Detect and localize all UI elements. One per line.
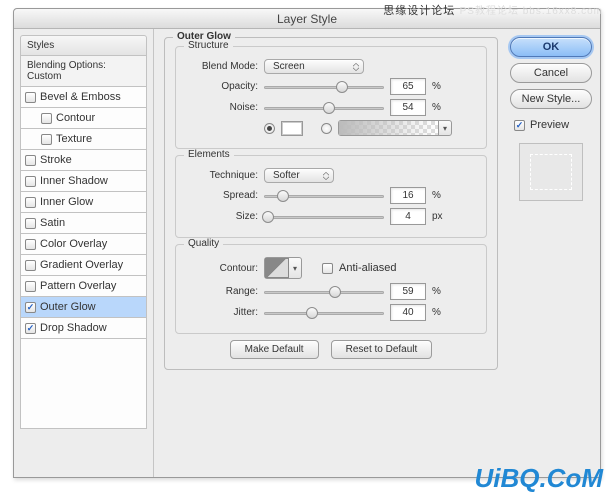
sidebar-checkbox[interactable]	[25, 197, 36, 208]
sidebar-checkbox[interactable]	[25, 302, 36, 313]
sidebar-checkbox[interactable]	[25, 239, 36, 250]
sidebar-checkbox[interactable]	[25, 323, 36, 334]
new-style-button[interactable]: New Style...	[510, 89, 592, 109]
spread-slider[interactable]	[264, 189, 384, 203]
range-slider[interactable]	[264, 285, 384, 299]
spread-input[interactable]	[390, 187, 426, 204]
size-input[interactable]	[390, 208, 426, 225]
sidebar-item-stroke[interactable]: Stroke	[20, 150, 147, 171]
sidebar-item-label: Contour	[56, 112, 95, 124]
color-swatch[interactable]	[281, 121, 303, 136]
sidebar-item-gradient-overlay[interactable]: Gradient Overlay	[20, 255, 147, 276]
opacity-label: Opacity:	[186, 81, 258, 92]
sidebar-item-outer-glow[interactable]: Outer Glow	[20, 297, 147, 318]
elements-group: Elements Technique: Softer Spread: % Siz…	[175, 155, 487, 238]
sidebar-item-satin[interactable]: Satin	[20, 213, 147, 234]
watermark-top: 思缘设计论坛 PS教程论坛 bbs.16xx8.com	[383, 2, 603, 18]
noise-slider[interactable]	[264, 101, 384, 115]
jitter-unit: %	[432, 307, 446, 318]
styles-sidebar: Styles Blending Options: Custom Bevel & …	[14, 29, 154, 477]
sidebar-checkbox[interactable]	[25, 218, 36, 229]
contour-label: Contour:	[186, 263, 258, 274]
sidebar-item-label: Outer Glow	[40, 301, 96, 313]
gradient-picker[interactable]: ▾	[338, 120, 452, 136]
layer-style-dialog: Layer Style Styles Blending Options: Cus…	[13, 8, 601, 478]
quality-legend: Quality	[184, 238, 223, 249]
contour-picker[interactable]: ▾	[264, 257, 302, 279]
make-default-button[interactable]: Make Default	[230, 340, 319, 359]
watermark-bottom: UiBQ.CoM	[474, 463, 603, 494]
jitter-slider[interactable]	[264, 306, 384, 320]
sidebar-checkbox[interactable]	[25, 92, 36, 103]
sidebar-item-label: Gradient Overlay	[40, 259, 123, 271]
blend-mode-select[interactable]: Screen	[264, 59, 364, 74]
sidebar-checkbox[interactable]	[41, 134, 52, 145]
jitter-label: Jitter:	[186, 307, 258, 318]
elements-legend: Elements	[184, 149, 234, 160]
size-label: Size:	[186, 211, 258, 222]
opacity-unit: %	[432, 81, 446, 92]
outer-glow-group: Outer Glow Structure Blend Mode: Screen …	[164, 37, 498, 370]
sidebar-item-texture[interactable]: Texture	[20, 129, 147, 150]
sidebar-item-label: Stroke	[40, 154, 72, 166]
sidebar-checkbox[interactable]	[25, 281, 36, 292]
sidebar-item-bevel-emboss[interactable]: Bevel & Emboss	[20, 87, 147, 108]
noise-label: Noise:	[186, 102, 258, 113]
preview-label: Preview	[530, 119, 569, 131]
sidebar-empty	[20, 339, 147, 429]
sidebar-item-label: Texture	[56, 133, 92, 145]
sidebar-checkbox[interactable]	[25, 260, 36, 271]
technique-select[interactable]: Softer	[264, 168, 334, 183]
sidebar-checkbox[interactable]	[25, 176, 36, 187]
preview-checkbox[interactable]	[514, 120, 525, 131]
structure-legend: Structure	[184, 40, 233, 51]
spread-label: Spread:	[186, 190, 258, 201]
sidebar-header[interactable]: Styles	[20, 35, 147, 56]
range-unit: %	[432, 286, 446, 297]
size-slider[interactable]	[264, 210, 384, 224]
sidebar-item-color-overlay[interactable]: Color Overlay	[20, 234, 147, 255]
sidebar-checkbox[interactable]	[25, 155, 36, 166]
technique-label: Technique:	[186, 170, 258, 181]
sidebar-item-contour[interactable]: Contour	[20, 108, 147, 129]
sidebar-item-label: Bevel & Emboss	[40, 91, 121, 103]
settings-panel: Outer Glow Structure Blend Mode: Screen …	[154, 29, 506, 477]
quality-group: Quality Contour: ▾ Anti-aliased Range: %	[175, 244, 487, 334]
color-type-solid-radio[interactable]	[264, 123, 275, 134]
sidebar-item-drop-shadow[interactable]: Drop Shadow	[20, 318, 147, 339]
sidebar-item-label: Pattern Overlay	[40, 280, 116, 292]
sidebar-item-label: Inner Shadow	[40, 175, 108, 187]
cancel-button[interactable]: Cancel	[510, 63, 592, 83]
sidebar-item-inner-shadow[interactable]: Inner Shadow	[20, 171, 147, 192]
antialiased-label: Anti-aliased	[339, 262, 396, 274]
spread-unit: %	[432, 190, 446, 201]
sidebar-item-label: Color Overlay	[40, 238, 107, 250]
range-label: Range:	[186, 286, 258, 297]
antialiased-checkbox[interactable]	[322, 263, 333, 274]
reset-default-button[interactable]: Reset to Default	[331, 340, 433, 359]
jitter-input[interactable]	[390, 304, 426, 321]
size-unit: px	[432, 211, 446, 222]
sidebar-item-pattern-overlay[interactable]: Pattern Overlay	[20, 276, 147, 297]
sidebar-item-label: Inner Glow	[40, 196, 93, 208]
opacity-slider[interactable]	[264, 80, 384, 94]
sidebar-blending-options[interactable]: Blending Options: Custom	[20, 56, 147, 87]
sidebar-checkbox[interactable]	[41, 113, 52, 124]
opacity-input[interactable]	[390, 78, 426, 95]
sidebar-item-inner-glow[interactable]: Inner Glow	[20, 192, 147, 213]
noise-unit: %	[432, 102, 446, 113]
sidebar-item-label: Drop Shadow	[40, 322, 107, 334]
preview-thumbnail	[519, 143, 583, 201]
range-input[interactable]	[390, 283, 426, 300]
color-type-gradient-radio[interactable]	[321, 123, 332, 134]
right-panel: OK Cancel New Style... Preview	[506, 29, 600, 477]
blend-mode-label: Blend Mode:	[186, 61, 258, 72]
sidebar-item-label: Satin	[40, 217, 65, 229]
structure-group: Structure Blend Mode: Screen Opacity: % …	[175, 46, 487, 149]
noise-input[interactable]	[390, 99, 426, 116]
ok-button[interactable]: OK	[510, 37, 592, 57]
